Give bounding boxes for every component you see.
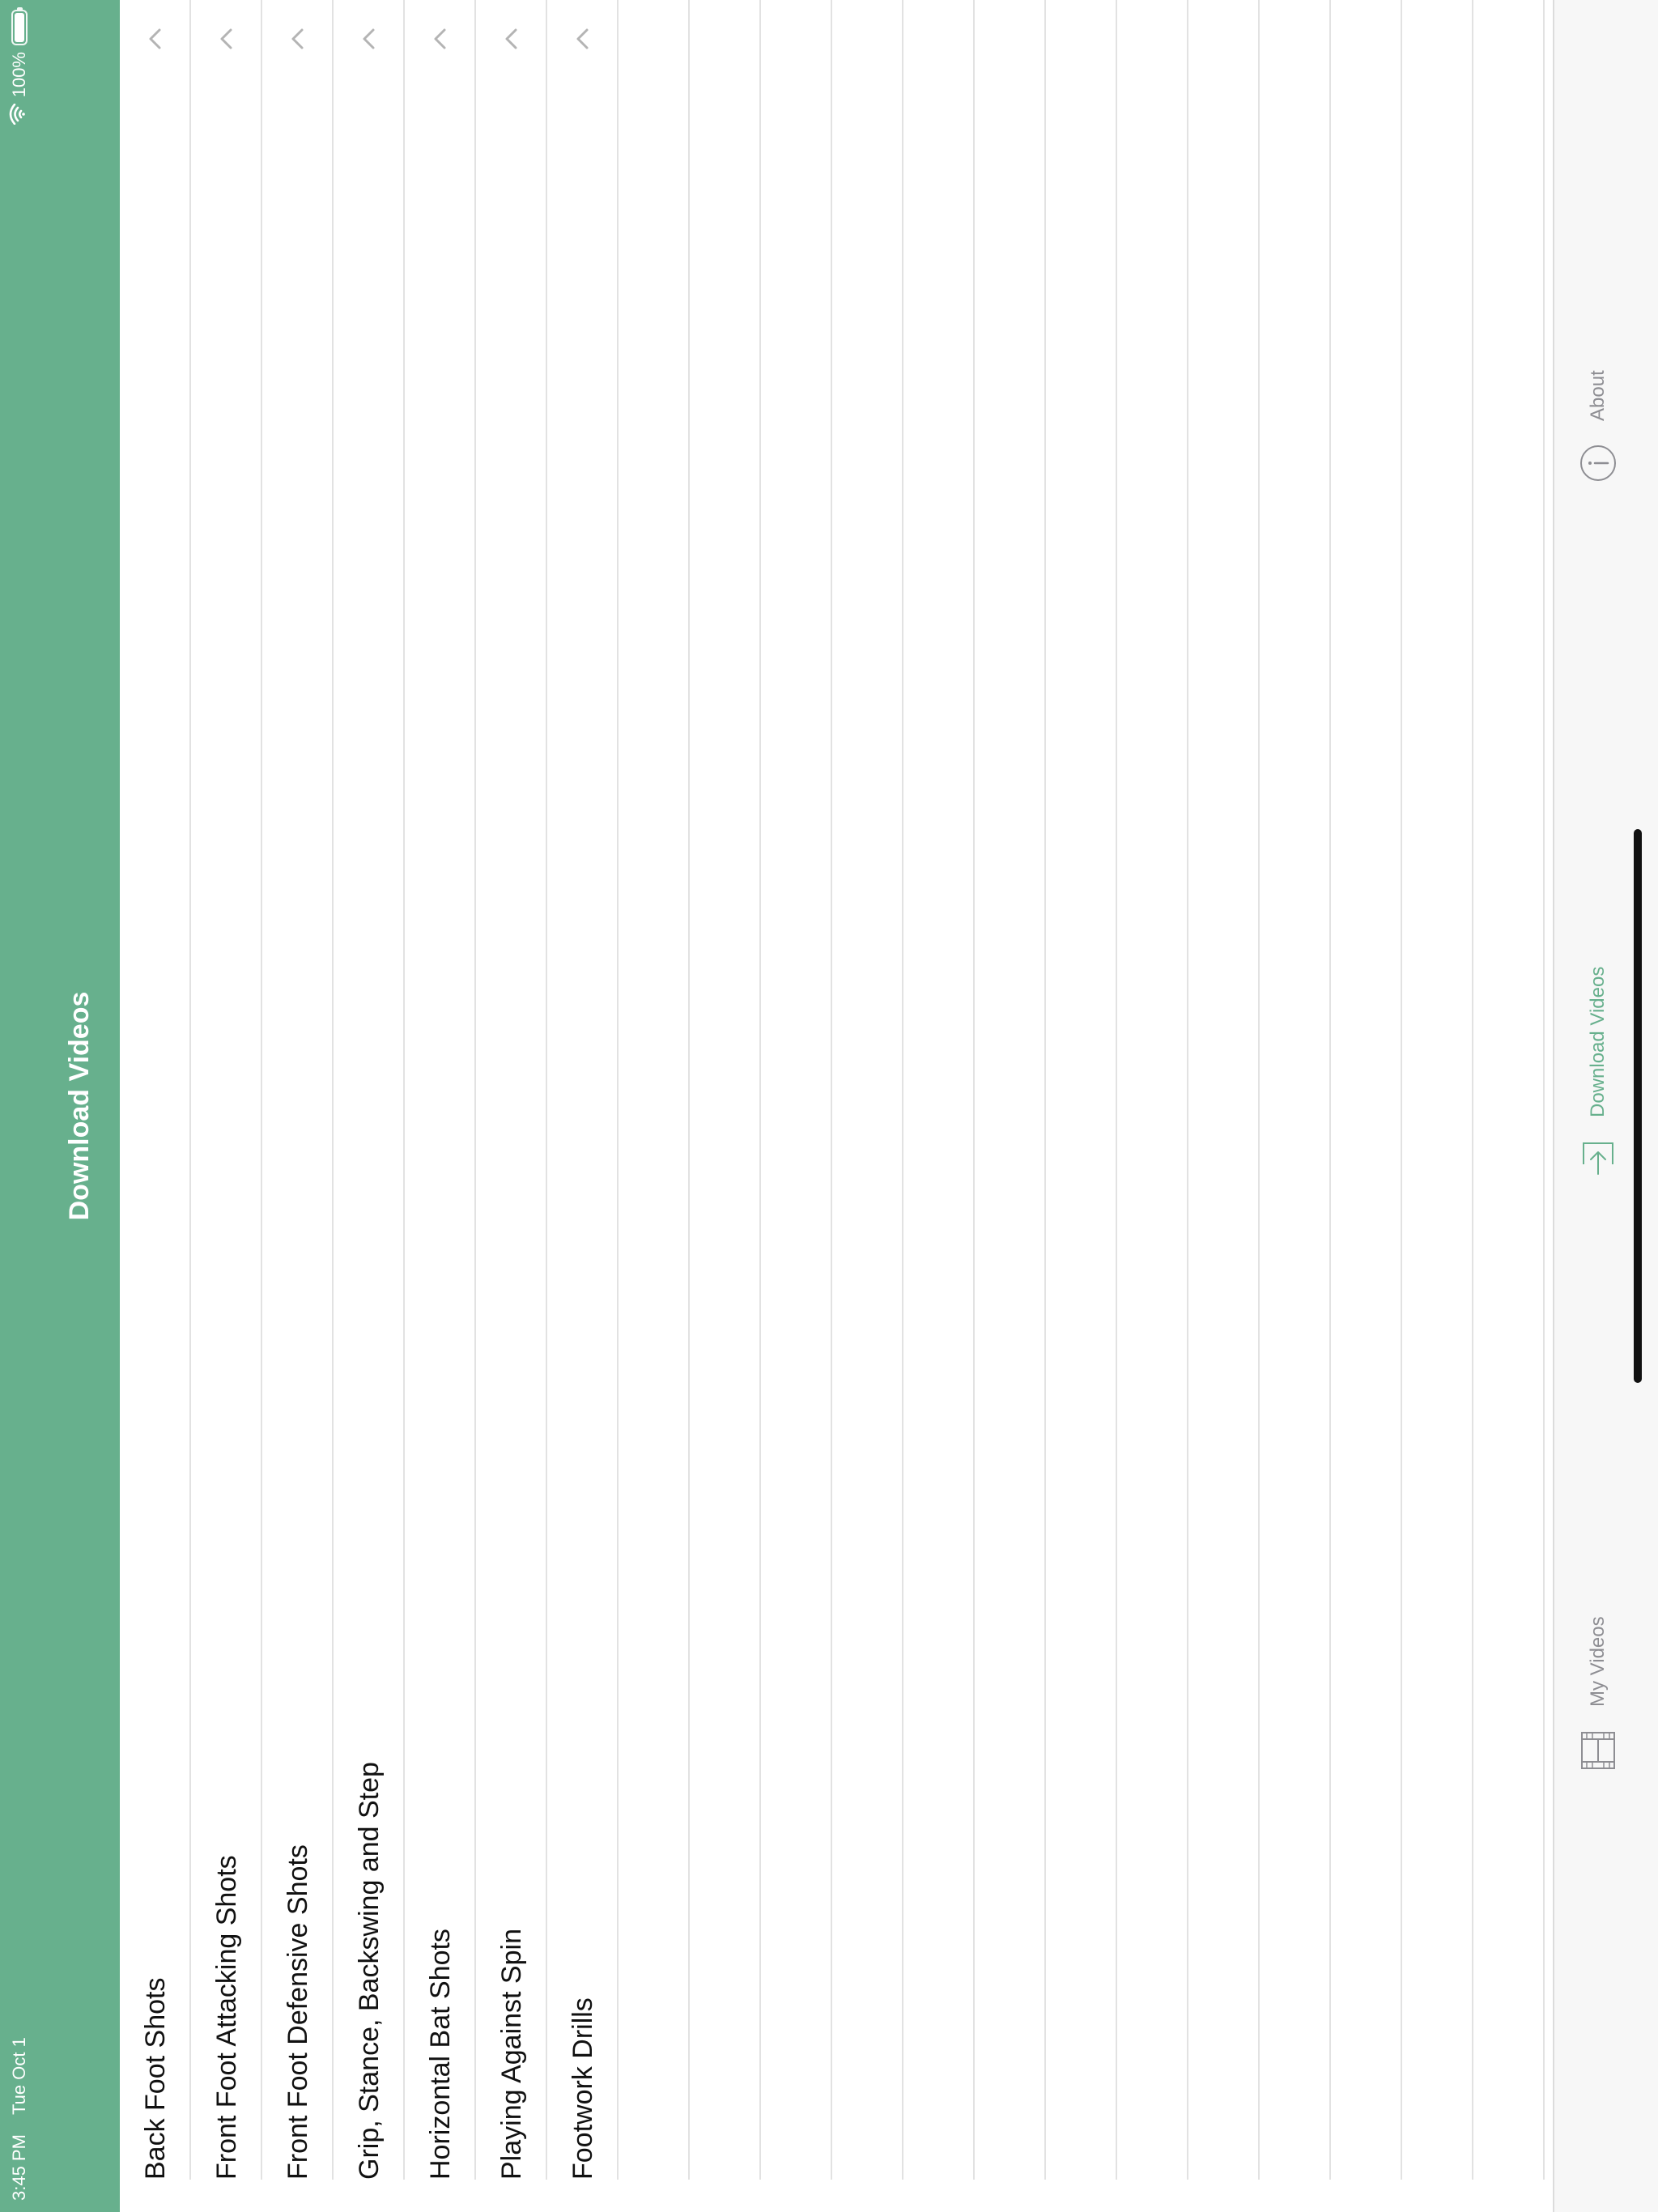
battery-level	[15, 13, 24, 42]
empty-row	[975, 0, 1046, 2180]
status-bar-right: 100%	[3, 10, 36, 125]
wifi-icon	[3, 103, 36, 125]
category-label: Grip, Stance, Backswing and Step	[354, 1762, 385, 2180]
tab-label: About	[1587, 370, 1609, 421]
status-bar-left: 3:45 PM Tue Oct 1	[3, 2037, 36, 2201]
category-label: Footwork Drills	[568, 1997, 598, 2180]
download-icon	[1583, 1142, 1613, 1175]
chevron-up-icon	[576, 28, 589, 49]
tab-download-videos[interactable]: Download Videos	[1575, 967, 1621, 1176]
chevron-up-icon	[434, 28, 446, 49]
empty-row	[1402, 0, 1473, 2180]
empty-row	[832, 0, 903, 2180]
info-icon	[1580, 445, 1616, 481]
empty-row	[1473, 0, 1545, 2180]
category-row-front-foot-defensive-shots[interactable]: Front Foot Defensive Shots	[262, 0, 334, 2180]
tab-label: Download Videos	[1587, 966, 1609, 1117]
category-row-back-foot-shots[interactable]: Back Foot Shots	[120, 0, 191, 2180]
film-icon	[1581, 1732, 1615, 1769]
category-label: Front Foot Defensive Shots	[283, 1844, 313, 2180]
chevron-up-icon	[291, 28, 304, 49]
home-indicator[interactable]	[1634, 829, 1642, 1383]
category-row-footwork-drills[interactable]: Footwork Drills	[547, 0, 619, 2180]
category-row-horizontal-bat-shots[interactable]: Horizontal Bat Shots	[405, 0, 476, 2180]
status-time: 3:45 PM	[9, 2134, 29, 2201]
chevron-up-icon	[505, 28, 517, 49]
category-label: Horizontal Bat Shots	[425, 1929, 456, 2180]
category-row-playing-against-spin[interactable]: Playing Against Spin	[476, 0, 547, 2180]
app-window: 3:45 PM Tue Oct 1 100% Download Videos B…	[0, 0, 1658, 2212]
chevron-up-icon	[149, 28, 161, 49]
category-label: Front Foot Attacking Shots	[211, 1855, 242, 2180]
category-label: Back Foot Shots	[140, 1977, 171, 2180]
battery-percent: 100%	[9, 52, 29, 98]
category-label: Playing Against Spin	[496, 1929, 527, 2180]
empty-row	[1117, 0, 1188, 2180]
category-row-grip-stance-backswing-step[interactable]: Grip, Stance, Backswing and Step	[334, 0, 405, 2180]
page-title: Download Videos	[64, 991, 95, 1221]
status-date: Tue Oct 1	[9, 2037, 29, 2115]
empty-row	[761, 0, 832, 2180]
tab-my-videos[interactable]: My Videos	[1575, 1616, 1621, 1772]
empty-row	[1188, 0, 1260, 2180]
empty-row	[903, 0, 975, 2180]
empty-row	[1046, 0, 1117, 2180]
category-row-front-foot-attacking-shots[interactable]: Front Foot Attacking Shots	[191, 0, 262, 2180]
empty-row	[619, 0, 690, 2180]
category-list: Back Foot Shots Front Foot Attacking Sho…	[120, 0, 1545, 2212]
empty-row	[1331, 0, 1402, 2180]
tab-about[interactable]: About	[1575, 370, 1621, 483]
battery-icon	[11, 10, 28, 45]
tab-label: My Videos	[1587, 1616, 1609, 1707]
chevron-up-icon	[363, 28, 375, 49]
empty-row	[1260, 0, 1331, 2180]
tab-bar: My Videos Download Videos About	[1553, 0, 1658, 2212]
chevron-up-icon	[220, 28, 232, 49]
navigation-header: 3:45 PM Tue Oct 1 100% Download Videos	[0, 0, 120, 2212]
empty-row	[690, 0, 761, 2180]
